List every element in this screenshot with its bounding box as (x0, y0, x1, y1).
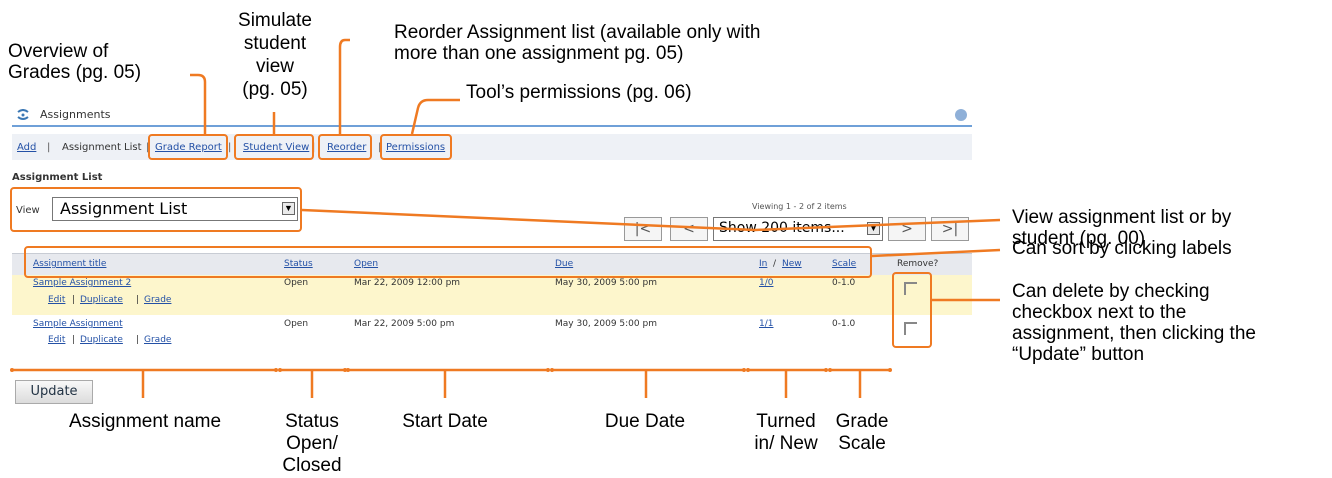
annotation-overview-line2: Grades (pg. 05) (8, 62, 142, 83)
annotation-simulate-line2: student (243, 33, 307, 54)
annotation-simulate-line4: (pg. 05) (242, 79, 308, 100)
annotation-grade-line1: Grade (835, 411, 889, 432)
annotation-delete-line2: checkbox next to the (1012, 302, 1187, 323)
annotation-status-line2: Open/ (286, 433, 338, 454)
annotation-status-line1: Status (285, 411, 339, 432)
annotation-due-date: Due Date (604, 411, 686, 432)
annotation-delete-line4: “Update” button (1012, 344, 1145, 365)
annotation-delete-line1: Can delete by checking (1012, 281, 1210, 302)
annotation-assignment-name: Assignment name (68, 411, 222, 432)
annotation-status-line3: Closed (282, 455, 342, 476)
annotation-reorder-line2: more than one assignment pg. 05) (394, 43, 684, 64)
annotation-simulate-line3: view (255, 56, 294, 77)
annotation-sort: Can sort by clicking labels (1012, 238, 1232, 259)
annotation-permissions: Tool’s permissions (pg. 06) (466, 82, 692, 103)
annotation-simulate-line1: Simulate (238, 10, 312, 31)
annotation-overview-line1: Overview of (8, 41, 109, 62)
annotation-turned-line2: in/ New (754, 433, 818, 454)
annotation-turned-line1: Turned (756, 411, 816, 432)
annotation-reorder-line1: Reorder Assignment list (available only … (394, 22, 761, 43)
annotation-delete-line3: assignment, then clicking the (1012, 323, 1256, 344)
annotation-grade-line2: Scale (838, 433, 886, 454)
annotation-sort-text: Can sort by clicking labels (1012, 238, 1232, 259)
annotation-view-line1: View assignment list or by (1012, 207, 1232, 228)
annotation-start-date: Start Date (402, 411, 488, 432)
